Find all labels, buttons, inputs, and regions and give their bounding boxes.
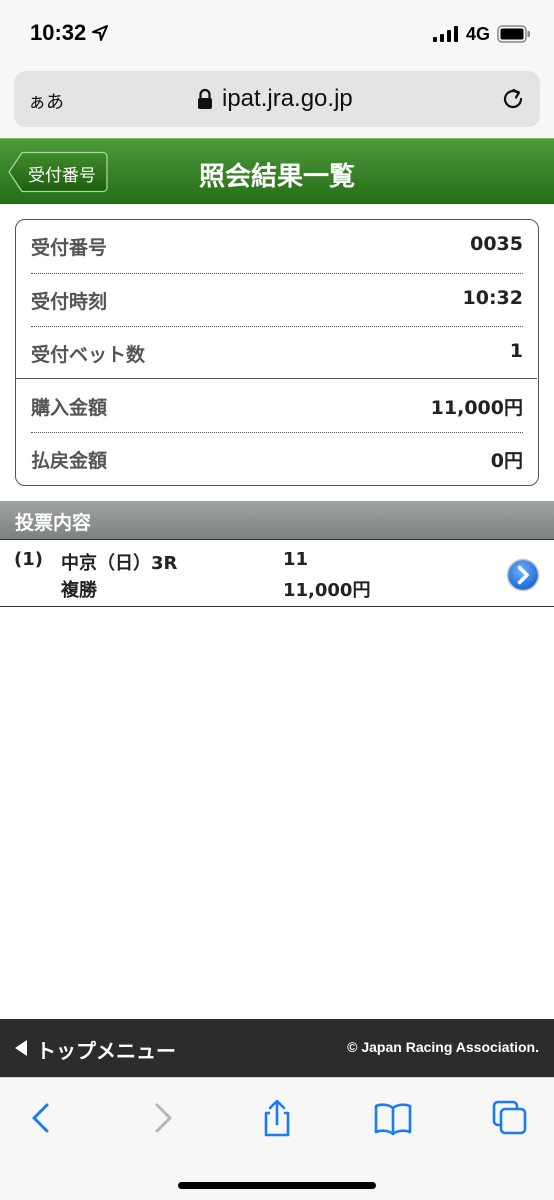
summary-label: 購入金額 <box>31 397 108 419</box>
battery-icon <box>497 25 530 43</box>
url-text[interactable]: ipat.jra.go.jp <box>222 85 353 113</box>
summary-row-receipt-time: 受付時刻 10:32 <box>31 274 523 327</box>
chevron-right-circle-icon[interactable] <box>506 558 540 592</box>
bet-content-section-header: 投票内容 <box>0 501 554 539</box>
bet-amount: 11,000円 <box>283 580 371 601</box>
summary-row-purchase-amount: 購入金額 11,000円 <box>31 380 523 433</box>
summary-value: 1 <box>509 340 523 362</box>
bet-selection: 11 <box>283 549 309 570</box>
bet-race: 中京（日）3R <box>61 553 178 574</box>
bet-index: (1) <box>14 549 43 570</box>
text-size-button[interactable]: ぁあ <box>28 88 64 114</box>
cellular-signal-icon <box>433 26 458 42</box>
home-indicator <box>178 1182 376 1189</box>
summary-value: 10:32 <box>462 287 523 309</box>
network-type: 4G <box>466 24 491 44</box>
lock-icon <box>198 88 212 109</box>
share-icon[interactable] <box>257 1098 297 1138</box>
summary-label: 受付番号 <box>31 237 108 259</box>
summary-row-receipt-number: 受付番号 0035 <box>31 220 523 273</box>
triangle-left-icon <box>15 1040 27 1056</box>
summary-row-payout-amount: 払戻金額 0円 <box>31 433 523 486</box>
tabs-icon[interactable] <box>490 1098 530 1138</box>
summary-value: 0035 <box>470 233 523 255</box>
bet-list-item[interactable]: (1) 中京（日）3R 11 複勝 11,000円 <box>0 539 554 607</box>
top-menu-label: トップメニュー <box>36 1039 176 1063</box>
section-divider <box>16 378 537 379</box>
location-arrow-icon <box>92 25 108 41</box>
reload-icon[interactable] <box>500 86 526 112</box>
section-title: 投票内容 <box>15 512 92 534</box>
summary-row-bet-count: 受付ベット数 1 <box>31 327 523 380</box>
receipt-summary-card: 受付番号 0035 受付時刻 10:32 受付ベット数 1 購入金額 11,00… <box>15 219 539 486</box>
address-bar-area: ぁあ ipat.jra.go.jp <box>0 66 554 138</box>
bet-type: 複勝 <box>61 580 97 601</box>
forward-icon[interactable] <box>142 1098 182 1138</box>
back-icon[interactable] <box>22 1098 62 1138</box>
summary-value: 0円 <box>490 450 523 472</box>
status-bar: 10:32 4G <box>0 0 554 66</box>
summary-label: 受付ベット数 <box>31 344 146 366</box>
site-footer-bar: トップメニュー © Japan Racing Association. <box>0 1019 554 1077</box>
summary-value: 11,000円 <box>430 397 523 419</box>
status-time: 10:32 <box>30 20 87 45</box>
page-title: 照会結果一覧 <box>198 162 355 192</box>
summary-label: 払戻金額 <box>31 450 108 472</box>
address-bar[interactable]: ぁあ ipat.jra.go.jp <box>14 71 540 127</box>
bookmarks-icon[interactable] <box>373 1098 413 1138</box>
copyright-text: © Japan Racing Association. <box>347 1039 539 1055</box>
summary-label: 受付時刻 <box>31 291 108 313</box>
page-header: 受付番号 照会結果一覧 <box>0 138 554 204</box>
